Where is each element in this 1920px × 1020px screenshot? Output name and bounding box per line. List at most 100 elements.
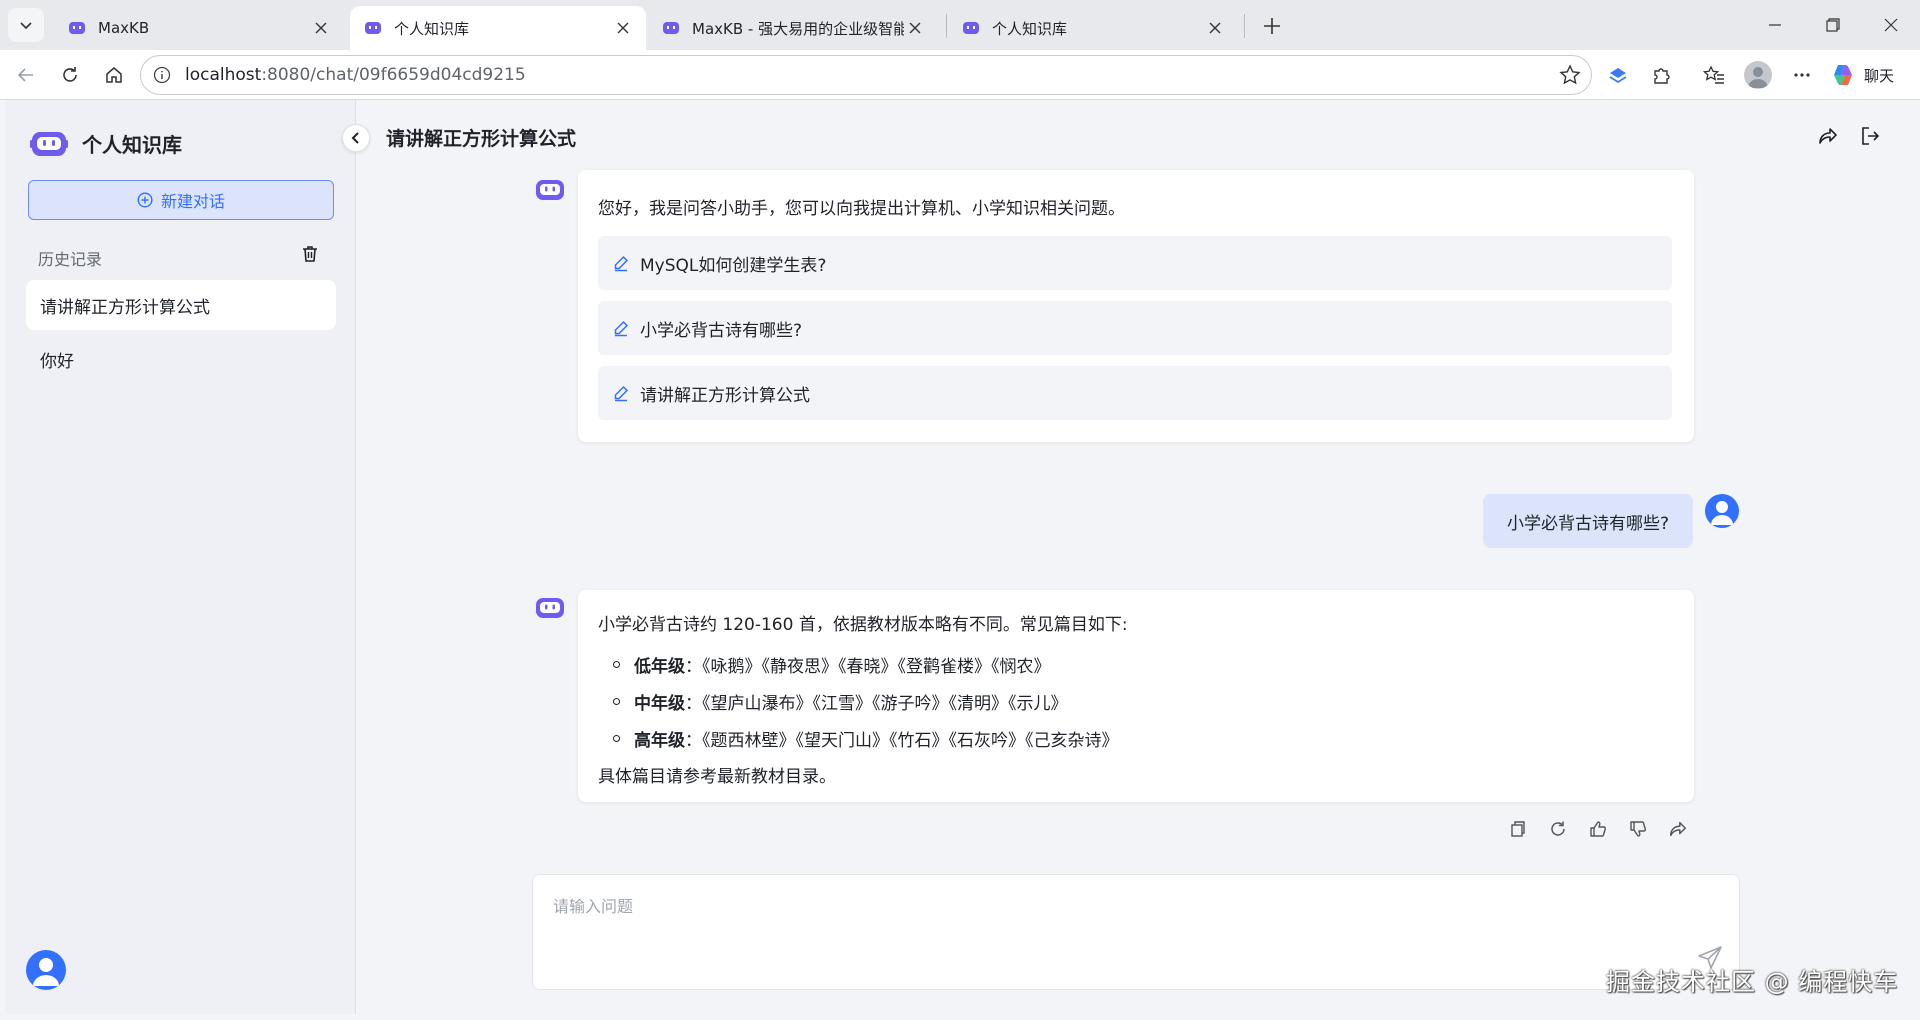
history-item-label: 请讲解正方形计算公式 — [40, 297, 210, 318]
refresh-button[interactable] — [54, 59, 86, 91]
copy-button[interactable] — [1505, 816, 1531, 842]
favorites-list-icon — [1703, 65, 1724, 84]
suggested-question[interactable]: 请讲解正方形计算公式 — [598, 366, 1672, 420]
suggested-question-label: MySQL如何创建学生表? — [640, 255, 827, 276]
share-answer-button[interactable] — [1665, 816, 1691, 842]
copilot-chat-button[interactable]: 聊天 — [1830, 59, 1894, 91]
answer-list: 低年级 ：《咏鹅》《静夜思》《春晓》《登鹳雀楼》《悯农》 中年级 ：《望庐山瀑布》《… — [598, 646, 1119, 757]
poem-list: ：《望庐山瀑布》《江雪》《游子吟》《清明》《示儿》 — [685, 694, 1068, 714]
share-icon — [1819, 128, 1837, 144]
edit-icon — [614, 255, 629, 272]
url-host: localhost — [185, 65, 262, 85]
puzzle-icon — [1654, 68, 1670, 84]
maxkb-favicon-icon — [365, 22, 381, 34]
more-menu-button[interactable] — [1786, 59, 1818, 91]
tab-title: 个人知识库 — [394, 19, 470, 38]
share-button[interactable] — [1814, 122, 1842, 150]
back-button[interactable] — [10, 59, 42, 91]
maxkb-favicon-icon — [663, 22, 679, 34]
suggested-question[interactable]: MySQL如何创建学生表? — [598, 236, 1672, 290]
chevron-left-icon — [351, 132, 359, 144]
minimize-button[interactable] — [1752, 8, 1798, 42]
close-window-button[interactable] — [1868, 8, 1914, 42]
regenerate-button[interactable] — [1545, 816, 1571, 842]
clear-history-button[interactable] — [298, 242, 322, 266]
edit-icon — [614, 320, 629, 337]
chevron-down-icon — [20, 22, 32, 30]
poem-list: ：《咏鹅》《静夜思》《春晓》《登鹳雀楼》《悯农》 — [685, 657, 1051, 677]
grade-label: 低年级 — [634, 657, 685, 677]
welcome-text: 您好，我是问答小助手，您可以向我提出计算机、小学知识相关问题。 — [598, 199, 1125, 219]
user-icon — [1748, 67, 1768, 88]
thumbs-up-icon — [1590, 821, 1606, 837]
profile-avatar[interactable] — [1744, 61, 1772, 89]
tab-title: 个人知识库 — [992, 19, 1068, 38]
url-path: :8080/chat/09f6659d04cd9215 — [261, 65, 526, 85]
extension-button[interactable] — [1602, 59, 1634, 91]
browser-tab-bar: MaxKB 个人知识库 MaxKB - 强大易用的企业级智能体 个人知识库 — [0, 0, 1920, 50]
browser-tab-maxkb[interactable]: MaxKB — [54, 6, 344, 50]
trash-icon — [303, 246, 317, 262]
tab-actions-menu[interactable] — [8, 8, 44, 42]
favorite-star-icon[interactable] — [1557, 62, 1583, 88]
restore-icon — [1826, 18, 1840, 32]
info-icon[interactable] — [153, 66, 171, 84]
minimize-icon — [1769, 24, 1781, 26]
close-icon[interactable] — [1204, 17, 1226, 39]
question-input[interactable] — [553, 893, 1653, 933]
bullet — [613, 698, 620, 705]
bullet — [613, 661, 620, 668]
address-bar[interactable]: localhost:8080/chat/09f6659d04cd9215 — [140, 55, 1592, 95]
history-title: 历史记录 — [38, 250, 103, 269]
copilot-icon — [1834, 65, 1852, 85]
arrow-left-icon — [17, 68, 33, 82]
bot-avatar-icon — [536, 598, 564, 618]
suggested-question[interactable]: 小学必背古诗有哪些? — [598, 301, 1672, 355]
close-icon[interactable] — [904, 17, 926, 39]
collapse-sidebar-button[interactable] — [342, 124, 370, 152]
user-icon — [33, 958, 59, 986]
logout-icon — [1862, 127, 1880, 145]
maxkb-favicon-icon — [963, 22, 979, 34]
browser-tab-knowledge[interactable]: 个人知识库 — [948, 6, 1238, 50]
more-horizontal-icon — [1794, 73, 1810, 77]
logout-button[interactable] — [1856, 122, 1884, 150]
user-message: 小学必背古诗有哪些? — [1483, 494, 1693, 548]
tab-separator — [946, 14, 947, 38]
robot-logo-icon — [30, 132, 68, 156]
close-icon[interactable] — [612, 17, 634, 39]
new-chat-button[interactable]: 新建对话 — [28, 180, 334, 220]
dislike-button[interactable] — [1625, 816, 1651, 842]
like-button[interactable] — [1585, 816, 1611, 842]
history-item[interactable]: 你好 — [26, 334, 336, 384]
browser-tab-maxkb-site[interactable]: MaxKB - 强大易用的企业级智能体 — [648, 6, 938, 50]
restore-button[interactable] — [1810, 8, 1856, 42]
grade-label: 高年级 — [634, 731, 685, 751]
favorites-button[interactable] — [1698, 59, 1730, 91]
new-chat-label: 新建对话 — [160, 192, 225, 211]
new-tab-button[interactable] — [1258, 12, 1286, 40]
tab-separator — [1244, 14, 1245, 38]
grade-label: 中年级 — [634, 694, 685, 714]
user-avatar[interactable] — [26, 950, 66, 990]
history-item-active[interactable]: 请讲解正方形计算公式 — [26, 280, 336, 330]
answer-card: 小学必背古诗约 120-160 首，依据教材版本略有不同。常见篇目如下: 低年级… — [578, 590, 1694, 802]
home-button[interactable] — [98, 59, 130, 91]
chat-app: 个人知识库 新建对话 历史记录 请讲解正方形计算公式 你好 请讲解正方形计算公式 — [0, 100, 1920, 1020]
thumbs-down-icon — [1630, 821, 1646, 837]
refresh-icon — [63, 67, 77, 82]
suggested-question-label: 小学必背古诗有哪些? — [640, 320, 803, 341]
extensions-button[interactable] — [1646, 59, 1678, 91]
app-name: 个人知识库 — [82, 132, 182, 157]
tab-title: MaxKB - 强大易用的企业级智能体 — [692, 19, 904, 38]
browser-toolbar: localhost:8080/chat/09f6659d04cd9215 聊天 — [0, 50, 1920, 100]
answer-outro: 具体篇目请参考最新教材目录。 — [598, 767, 836, 787]
watermark: 掘金技术社区 @ 编程快车 — [1606, 968, 1899, 996]
close-icon — [1884, 18, 1898, 32]
chat-title: 请讲解正方形计算公式 — [386, 128, 577, 150]
plus-icon — [1264, 18, 1280, 34]
browser-tab-knowledge-active[interactable]: 个人知识库 — [350, 6, 646, 50]
close-icon[interactable] — [310, 17, 332, 39]
welcome-card: 您好，我是问答小助手，您可以向我提出计算机、小学知识相关问题。 MySQL如何创… — [578, 170, 1694, 442]
add-circle-icon — [137, 192, 153, 208]
